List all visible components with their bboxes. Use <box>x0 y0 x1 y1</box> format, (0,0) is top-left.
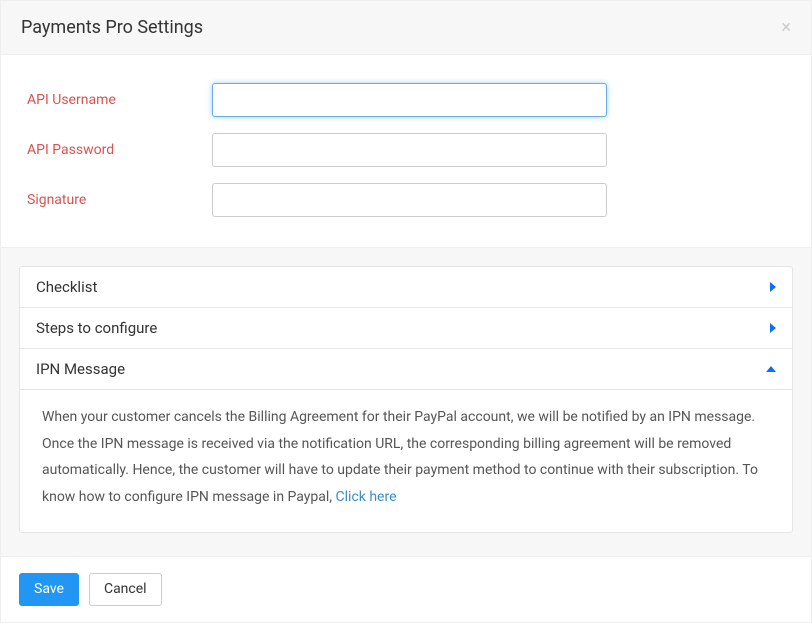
accordion-item-ipn: IPN Message When your customer cancels t… <box>20 349 792 532</box>
chevron-right-icon <box>770 282 776 292</box>
modal-title: Payments Pro Settings <box>21 17 203 38</box>
close-icon[interactable]: × <box>781 19 791 37</box>
chevron-right-icon <box>770 323 776 333</box>
accordion: Checklist Steps to configure IPN Message… <box>19 266 793 533</box>
credentials-form: API Username API Password Signature <box>1 54 811 248</box>
accordion-title: Checklist <box>36 278 97 296</box>
accordion-item-steps: Steps to configure <box>20 308 792 349</box>
save-button[interactable]: Save <box>19 573 79 606</box>
api-username-row: API Username <box>27 83 785 117</box>
ipn-configure-link[interactable]: Click here <box>336 489 397 505</box>
api-password-row: API Password <box>27 133 785 167</box>
api-password-label: API Password <box>27 133 212 158</box>
api-password-input[interactable] <box>212 133 607 167</box>
accordion-section: Checklist Steps to configure IPN Message… <box>1 248 811 556</box>
api-username-input[interactable] <box>212 83 607 117</box>
chevron-up-icon <box>766 366 776 372</box>
accordion-body-ipn: When your customer cancels the Billing A… <box>20 389 792 532</box>
modal-header: Payments Pro Settings × <box>1 1 811 54</box>
api-username-label: API Username <box>27 83 212 108</box>
accordion-title: Steps to configure <box>36 319 157 337</box>
signature-row: Signature <box>27 183 785 217</box>
accordion-header-checklist[interactable]: Checklist <box>20 267 792 307</box>
accordion-title: IPN Message <box>36 360 125 378</box>
settings-modal: Payments Pro Settings × API Username API… <box>0 0 812 623</box>
accordion-header-ipn[interactable]: IPN Message <box>20 349 792 389</box>
accordion-item-checklist: Checklist <box>20 267 792 308</box>
ipn-body-text: When your customer cancels the Billing A… <box>42 409 758 505</box>
accordion-header-steps[interactable]: Steps to configure <box>20 308 792 348</box>
signature-label: Signature <box>27 183 212 208</box>
cancel-button[interactable]: Cancel <box>89 573 162 606</box>
signature-input[interactable] <box>212 183 607 217</box>
modal-footer: Save Cancel <box>1 556 811 622</box>
